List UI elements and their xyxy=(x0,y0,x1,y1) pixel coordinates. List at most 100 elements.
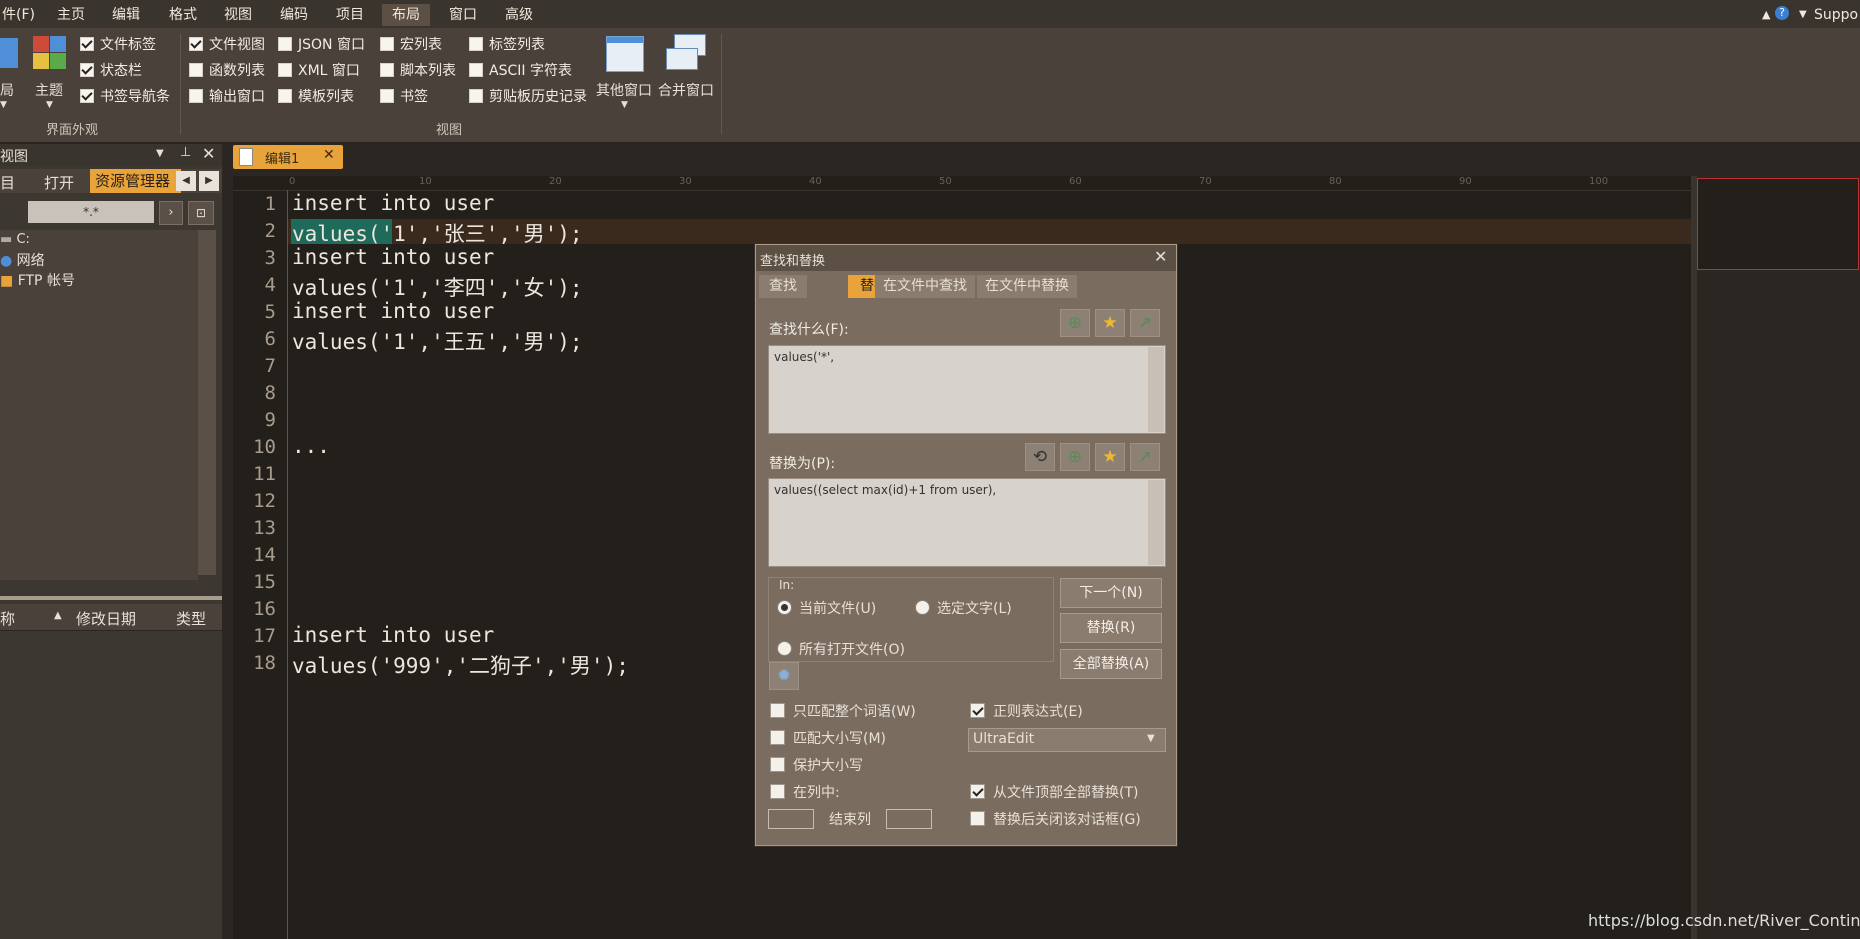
panel-menu-icon[interactable]: ▼ xyxy=(156,148,164,159)
check-json-window[interactable]: JSON 窗口 xyxy=(278,35,365,55)
settings-gear-icon[interactable]: ✹ xyxy=(769,662,799,690)
menu-window[interactable]: 窗口 xyxy=(447,4,479,26)
checkbox-icon[interactable] xyxy=(970,784,985,799)
column-modified[interactable]: 修改日期 xyxy=(76,608,136,629)
find-history-icon[interactable]: ⊕ xyxy=(1060,309,1090,337)
filter-input[interactable]: *.* xyxy=(28,201,154,223)
minimap-splitter[interactable] xyxy=(1691,176,1697,939)
checkbox-icon[interactable] xyxy=(380,63,394,77)
check-from-top[interactable]: 从文件顶部全部替换(T) xyxy=(970,782,1138,802)
code-line[interactable]: insert into user xyxy=(292,245,494,269)
other-window-icon[interactable] xyxy=(606,36,644,72)
checkbox-icon[interactable] xyxy=(278,89,292,103)
radio-icon[interactable] xyxy=(777,600,792,615)
tab-replace-in-files[interactable]: 在文件中替换 xyxy=(977,275,1077,298)
check-bookmarks[interactable]: 书签 xyxy=(380,87,428,107)
replace-input[interactable]: values((select max(id)+1 from user), xyxy=(768,478,1166,567)
code-line[interactable]: values('1','张三','男'); xyxy=(292,218,583,248)
find-scrollbar[interactable] xyxy=(1148,347,1164,432)
code-line[interactable]: insert into user xyxy=(292,623,494,647)
menu-encoding[interactable]: 编码 xyxy=(278,4,310,26)
layout-dropdown-icon[interactable]: ▼ xyxy=(0,100,7,110)
layout-icon[interactable] xyxy=(0,38,18,68)
checkbox-icon[interactable] xyxy=(278,37,292,51)
checkbox-icon[interactable] xyxy=(469,37,483,51)
menu-view[interactable]: 视图 xyxy=(222,4,254,26)
theme-dropdown-icon[interactable]: ▼ xyxy=(46,100,53,110)
menu-format[interactable]: 格式 xyxy=(167,4,199,26)
check-regex[interactable]: 正则表达式(E) xyxy=(970,701,1083,721)
checkbox-icon[interactable] xyxy=(80,37,94,51)
merge-window-icon[interactable] xyxy=(666,34,706,72)
checkbox-icon[interactable] xyxy=(380,37,394,51)
checkbox-icon[interactable] xyxy=(80,63,94,77)
code-line[interactable]: values('1','李四','女'); xyxy=(292,272,583,302)
support-link[interactable]: Suppo xyxy=(1812,4,1860,26)
merge-window-label[interactable]: 合并窗口 xyxy=(658,80,714,100)
panel-close-icon[interactable]: ✕ xyxy=(202,144,215,163)
dropdown-arrow-icon[interactable]: ▼ xyxy=(1797,4,1809,26)
check-template-list[interactable]: 模板列表 xyxy=(278,87,354,107)
code-line[interactable]: insert into user xyxy=(292,299,494,323)
dialog-titlebar[interactable]: 查找和替换 ✕ xyxy=(756,245,1176,271)
pin-icon[interactable]: ⊥ xyxy=(180,145,191,160)
tab-open[interactable]: 打开 xyxy=(44,172,74,193)
layout-label[interactable]: 局 xyxy=(0,80,14,100)
replace-favorite-star-icon[interactable]: ★ xyxy=(1095,443,1125,471)
menu-edit[interactable]: 编辑 xyxy=(110,4,142,26)
check-file-tabs[interactable]: 文件标签 xyxy=(80,35,156,55)
code-line[interactable]: values('1','王五','男'); xyxy=(292,326,583,356)
replace-special-chars-icon[interactable]: ↗ xyxy=(1130,443,1160,471)
checkbox-icon[interactable] xyxy=(80,89,94,103)
check-script-list[interactable]: 脚本列表 xyxy=(380,61,456,81)
checkbox-icon[interactable] xyxy=(189,37,203,51)
radio-icon[interactable] xyxy=(915,600,930,615)
other-window-label[interactable]: 其他窗口 xyxy=(596,80,652,100)
find-favorite-star-icon[interactable]: ★ xyxy=(1095,309,1125,337)
check-xml-window[interactable]: XML 窗口 xyxy=(278,61,360,81)
check-in-column[interactable]: 在列中: xyxy=(770,782,840,802)
find-special-chars-icon[interactable]: ↗ xyxy=(1130,309,1160,337)
checkbox-icon[interactable] xyxy=(189,89,203,103)
checkbox-icon[interactable] xyxy=(189,63,203,77)
checkbox-icon[interactable] xyxy=(770,703,785,718)
filter-go-icon[interactable]: › xyxy=(159,201,183,225)
tree-item-drive-c[interactable]: ▬ C: xyxy=(0,232,30,247)
panel-splitter[interactable] xyxy=(0,596,222,600)
tab-close-icon[interactable]: ✕ xyxy=(323,147,335,163)
replace-history-icon[interactable]: ⊕ xyxy=(1060,443,1090,471)
theme-icon[interactable] xyxy=(33,36,67,70)
tab-find-in-files[interactable]: 在文件中查找 xyxy=(875,275,975,298)
checkbox-icon[interactable] xyxy=(469,89,483,103)
checkbox-icon[interactable] xyxy=(970,703,985,718)
checkbox-icon[interactable] xyxy=(770,784,785,799)
menu-file[interactable]: 件(F) xyxy=(0,4,37,26)
code-line[interactable]: insert into user xyxy=(292,191,494,215)
checkbox-icon[interactable] xyxy=(469,63,483,77)
tree-scrollbar[interactable] xyxy=(198,230,216,575)
radio-all-open-files[interactable]: 所有打开文件(O) xyxy=(777,639,905,659)
radio-current-file[interactable]: 当前文件(U) xyxy=(777,598,876,618)
theme-label[interactable]: 主题 xyxy=(35,80,63,100)
other-window-dropdown-icon[interactable]: ▼ xyxy=(621,100,628,110)
column-name[interactable]: 称 xyxy=(0,608,15,629)
column-type[interactable]: 类型 xyxy=(176,608,206,629)
check-status-bar[interactable]: 状态栏 xyxy=(80,61,142,81)
checkbox-icon[interactable] xyxy=(380,89,394,103)
tree-item-network[interactable]: ● 网络 xyxy=(0,250,45,270)
tab-scroll-left-icon[interactable]: ◀ xyxy=(176,171,196,191)
check-output-window[interactable]: 输出窗口 xyxy=(189,87,265,107)
checkbox-icon[interactable] xyxy=(278,63,292,77)
check-match-case[interactable]: 匹配大小写(M) xyxy=(770,728,886,748)
menu-home[interactable]: 主页 xyxy=(55,4,87,26)
help-icon[interactable]: ? xyxy=(1775,6,1789,20)
find-next-button[interactable]: 下一个(N) xyxy=(1060,578,1162,608)
replace-button[interactable]: 替换(R) xyxy=(1060,613,1162,643)
check-close-after[interactable]: 替换后关闭该对话框(G) xyxy=(970,809,1141,829)
tab-edit1[interactable]: 编辑1 ✕ xyxy=(233,145,343,169)
menu-advanced[interactable]: 高级 xyxy=(503,4,535,26)
tab-find[interactable]: 查找 xyxy=(759,275,807,298)
check-ascii-table[interactable]: ASCII 字符表 xyxy=(469,61,572,81)
tab-scroll-right-icon[interactable]: ▶ xyxy=(199,171,219,191)
chevron-down-icon[interactable]: ▼ xyxy=(1147,733,1155,744)
